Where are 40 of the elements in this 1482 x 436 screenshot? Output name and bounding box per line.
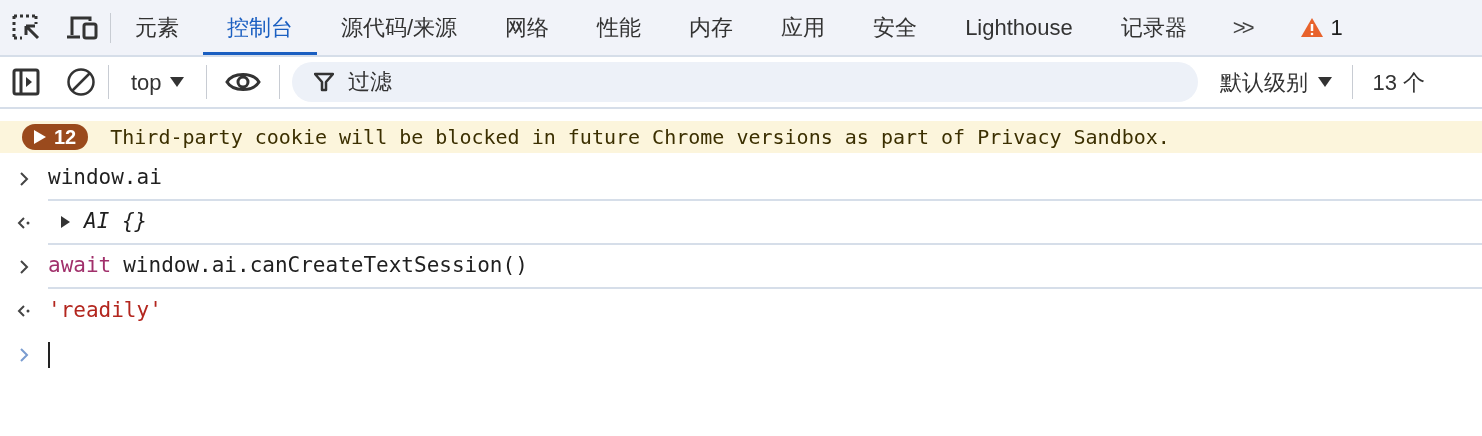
result-arrow-icon (16, 304, 32, 318)
issues-count[interactable]: 13 个 (1372, 65, 1426, 99)
panel-tab[interactable]: 内存 (665, 0, 758, 55)
play-triangle-icon (34, 130, 46, 144)
panel-tab[interactable]: 应用 (757, 0, 850, 55)
panel-tab[interactable]: 记录器 (1096, 0, 1211, 55)
console-code-text: window.ai (48, 164, 162, 192)
panel-tab[interactable]: 控制台 (203, 0, 317, 55)
prompt-chevron-icon (19, 348, 29, 362)
panel-tab[interactable]: 元素 (111, 0, 203, 55)
prompt-chevron-icon (19, 172, 29, 186)
inspect-element-icon[interactable] (12, 13, 42, 42)
device-toolbar-icon[interactable] (66, 14, 98, 41)
filter-field[interactable]: 过滤 (291, 62, 1198, 102)
panel-tab[interactable]: 安全 (849, 0, 942, 55)
panel-tab[interactable]: 网络 (481, 0, 574, 55)
result-arrow-icon (16, 216, 32, 230)
issue-message: Third-party cookie will be blocked in future Chrome versions as part of Privacy Sandbox. (110, 124, 1170, 151)
expand-triangle-icon[interactable] (58, 215, 72, 229)
warning-icon (1300, 17, 1325, 38)
filter-icon (313, 72, 334, 92)
context-dropdown[interactable]: top (109, 65, 207, 99)
log-level-dropdown[interactable]: 默认级别 (1219, 65, 1353, 99)
more-tabs-button[interactable]: >> (1210, 11, 1273, 44)
warning-count[interactable]: 1 (1330, 11, 1343, 44)
caret-icon (169, 77, 184, 87)
sidebar-toggle-icon[interactable] (12, 68, 40, 96)
prompt-chevron-icon (19, 260, 29, 274)
issue-banner[interactable]: 12 Third-party cookie will be blocked in future Chrome versions as part of Privacy Sandbox. (0, 121, 1482, 153)
console-code-text: await (48, 252, 112, 280)
issue-count-badge[interactable]: 12 (22, 124, 89, 150)
eye-icon[interactable] (224, 70, 261, 94)
console-code-text: window.ai.canCreateTextSession() (123, 252, 528, 280)
clear-console-icon[interactable] (66, 67, 96, 97)
caret-icon (1317, 77, 1332, 87)
panel-tab[interactable]: 性能 (573, 0, 666, 55)
panel-tab[interactable]: Lighthouse (941, 0, 1097, 55)
console-code-text: AI {} (84, 208, 148, 236)
console-code-text: 'readily' (48, 297, 162, 325)
panel-tab[interactable]: 源代码/来源 (317, 0, 482, 55)
